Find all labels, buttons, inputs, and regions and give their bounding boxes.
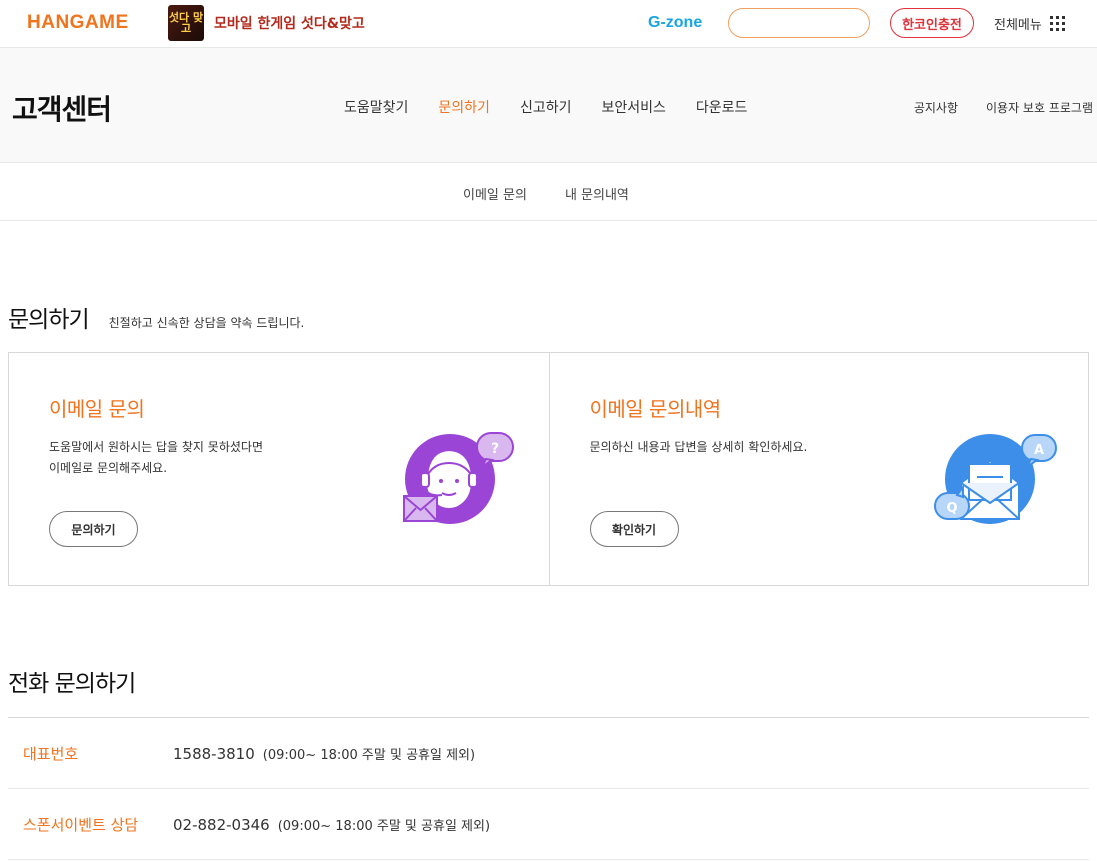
nav-item-report[interactable]: 신고하기 <box>520 97 572 117</box>
phone-hours: (09:00~ 18:00 주말 및 공휴일 제외) <box>277 818 491 834</box>
main-nav: 도움말찾기 문의하기 신고하기 보안서비스 다운로드 <box>344 97 777 117</box>
grid-menu-icon <box>1049 16 1065 31</box>
phone-table: 대표번호 1588-3810 (09:00~ 18:00 주말 및 공휴일 제외)… <box>8 717 1089 860</box>
phone-label: 스폰서이벤트 상담 <box>23 815 139 834</box>
all-menu-label: 전체메뉴 <box>994 18 1042 33</box>
promo-thumbnail-icon: 섯다 맞고 <box>168 5 204 41</box>
card-title: 이메일 문의 <box>49 397 145 421</box>
section-subtitle: 친절하고 신속한 상담을 약속 드립니다. <box>108 316 305 330</box>
card-description: 도움말에서 원하시는 답을 찾지 못하셨다면 이메일로 문의해주세요. <box>49 440 263 475</box>
section-heading: 문의하기 친절하고 신속한 상담을 약속 드립니다. <box>8 300 304 334</box>
phone-number: 1588-3810 (09:00~ 18:00 주말 및 공휴일 제외) <box>173 744 476 763</box>
support-agent-icon: ? <box>403 432 514 524</box>
section-title: 문의하기 <box>8 307 90 333</box>
nav-item-download[interactable]: 다운로드 <box>696 97 748 117</box>
page-title[interactable]: 고객센터 <box>12 88 112 128</box>
table-row: 대표번호 1588-3810 (09:00~ 18:00 주말 및 공휴일 제외) <box>8 718 1089 789</box>
inquire-button[interactable]: 문의하기 <box>49 511 138 547</box>
card-title: 이메일 문의내역 <box>589 397 722 421</box>
util-nav: 공지사항 이용자 보호 프로그램 <box>886 99 1093 116</box>
phone-label: 대표번호 <box>23 744 79 763</box>
all-menu-button[interactable]: 전체메뉴 <box>994 14 1065 33</box>
nav-item-help[interactable]: 도움말찾기 <box>344 97 408 117</box>
phone-number: 02-882-0346 (09:00~ 18:00 주말 및 공휴일 제외) <box>173 815 491 834</box>
cs-header: 고객센터 도움말찾기 문의하기 신고하기 보안서비스 다운로드 공지사항 이용자… <box>0 48 1097 163</box>
coin-charge-button[interactable]: 한코인충전 <box>890 8 974 38</box>
card-description: 문의하신 내용과 답변을 상세히 확인하세요. <box>589 440 808 454</box>
svg-text:Q: Q <box>946 501 957 516</box>
email-history-card: 이메일 문의내역 문의하신 내용과 답변을 상세히 확인하세요. 확인하기 A … <box>548 353 1089 585</box>
nav-item-inquiry[interactable]: 문의하기 <box>438 97 490 117</box>
inquiry-cards: 이메일 문의 도움말에서 원하시는 답을 찾지 못하셨다면 이메일로 문의해주세… <box>8 352 1089 586</box>
search-input[interactable] <box>728 8 870 38</box>
table-row: 스폰서이벤트 상담 02-882-0346 (09:00~ 18:00 주말 및 … <box>8 789 1089 860</box>
phone-hours: (09:00~ 18:00 주말 및 공휴일 제외) <box>262 747 476 763</box>
subnav-email-inquiry[interactable]: 이메일 문의 <box>463 184 527 203</box>
mail-qa-icon: A Q <box>933 434 1057 524</box>
user-protection-link[interactable]: 이용자 보호 프로그램 <box>986 99 1093 116</box>
subnav-my-inquiries[interactable]: 내 문의내역 <box>565 184 629 203</box>
nav-item-security[interactable]: 보안서비스 <box>601 97 665 117</box>
confirm-button[interactable]: 확인하기 <box>589 511 679 547</box>
top-bar: HANGAME 섯다 맞고 모바일 한게임 섯다&맞고 G-zone 한코인충전… <box>0 0 1097 48</box>
email-inquiry-card: 이메일 문의 도움말에서 원하시는 답을 찾지 못하셨다면 이메일로 문의해주세… <box>9 353 549 585</box>
svg-text:A: A <box>1033 443 1043 458</box>
phone-inquiry-title: 전화 문의하기 <box>8 671 136 697</box>
gzone-link[interactable]: G-zone <box>648 14 702 32</box>
svg-text:?: ? <box>491 441 499 457</box>
hangame-logo[interactable]: HANGAME <box>27 12 129 34</box>
notice-link[interactable]: 공지사항 <box>914 99 958 116</box>
promo-text: 모바일 한게임 섯다&맞고 <box>214 16 365 32</box>
promo-banner[interactable]: 섯다 맞고 모바일 한게임 섯다&맞고 <box>168 5 365 41</box>
sub-nav: 이메일 문의 내 문의내역 <box>0 163 1097 221</box>
